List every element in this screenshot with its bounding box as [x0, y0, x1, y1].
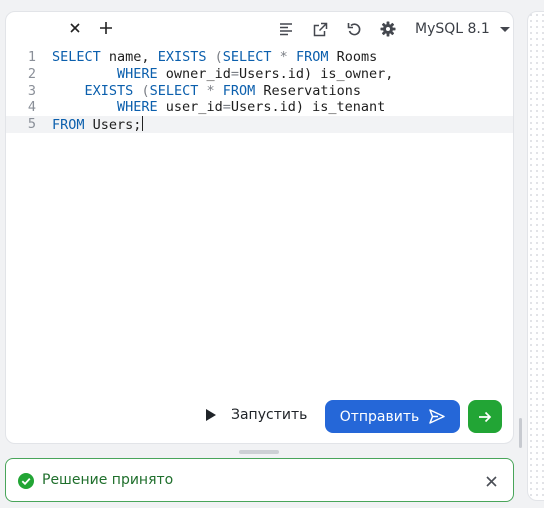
arrow-right-icon — [479, 411, 492, 422]
code-token: Users; — [84, 117, 142, 134]
code-token: Users.id) is_tenant — [230, 99, 386, 116]
undo-icon[interactable] — [345, 20, 363, 38]
play-icon — [206, 409, 216, 421]
code-text: WHERE owner_id=Users.id) is_owner, — [52, 66, 393, 83]
code-token: * — [279, 49, 288, 65]
line-number: 1 — [27, 49, 36, 65]
line-number: 4 — [27, 99, 36, 116]
status-message: Решение принято — [42, 472, 174, 488]
chevron-down-icon — [499, 26, 510, 32]
gear-icon[interactable] — [379, 20, 397, 38]
check-circle-icon — [18, 473, 34, 489]
code-line[interactable]: 5 FROM Users; — [6, 116, 513, 133]
code-token: Reservations — [255, 82, 361, 99]
editor-tabbar: MySQL 8.1 — [6, 12, 513, 48]
code-text: WHERE user_id=Users.id) is_tenant — [52, 99, 385, 116]
text-cursor — [142, 116, 144, 132]
sql-keyword: FROM — [295, 49, 329, 65]
close-toast-icon[interactable] — [484, 474, 498, 488]
external-link-icon[interactable] — [311, 20, 329, 38]
sql-keyword: FROM — [222, 82, 256, 99]
sql-keyword: FROM — [52, 117, 85, 134]
code-token: user_id — [157, 99, 223, 116]
run-button-label: Запустить — [231, 407, 308, 423]
code-line[interactable]: 4 WHERE user_id=Users.id) is_tenant — [6, 99, 513, 116]
code-line[interactable]: 1 SELECT name, EXISTS (SELECT * FROM Room… — [6, 49, 513, 66]
sql-keyword: WHERE — [117, 99, 158, 116]
submit-button-label: Отправить — [339, 408, 420, 425]
side-panel — [527, 11, 544, 501]
status-toast: Решение принято — [5, 458, 514, 502]
sql-dialect-label: MySQL 8.1 — [415, 21, 490, 37]
code-text: SELECT name, EXISTS (SELECT * FROM Rooms — [52, 49, 377, 66]
code-token: Rooms — [328, 49, 378, 65]
run-button[interactable]: Запустить — [206, 407, 307, 423]
send-icon — [429, 409, 446, 424]
sql-keyword: EXISTS — [84, 82, 134, 99]
code-token: = — [230, 65, 239, 82]
sql-keyword: SELECT — [222, 49, 272, 65]
line-number: 3 — [27, 82, 36, 99]
panel-resize-handle[interactable] — [239, 450, 279, 454]
code-token: name, — [100, 49, 158, 65]
code-token: owner_id — [157, 65, 231, 82]
line-number: 2 — [27, 65, 36, 82]
sql-dialect-select[interactable]: MySQL 8.1 — [415, 21, 510, 37]
submit-button[interactable]: Отправить — [325, 400, 460, 433]
sql-keyword: SELECT — [149, 82, 199, 99]
next-task-button[interactable] — [468, 400, 502, 433]
sql-keyword: WHERE — [117, 65, 158, 82]
format-lines-icon[interactable] — [277, 20, 295, 38]
code-area[interactable]: 1 SELECT name, EXISTS (SELECT * FROM Room… — [6, 49, 513, 133]
code-text: EXISTS (SELECT * FROM Reservations — [52, 83, 361, 100]
close-tab-icon[interactable] — [68, 21, 82, 35]
sql-keyword: EXISTS — [157, 49, 207, 65]
sql-editor-panel: MySQL 8.1 1 SELECT name, EXISTS (SELECT *… — [5, 11, 514, 444]
code-text: FROM Users; — [52, 116, 144, 134]
code-line[interactable]: 3 EXISTS (SELECT * FROM Reservations — [6, 83, 513, 100]
line-number: 5 — [27, 116, 36, 133]
code-token: Users.id) is_owner, — [238, 65, 394, 82]
code-token: = — [222, 99, 231, 116]
sql-keyword: SELECT — [52, 49, 101, 65]
code-line[interactable]: 2 WHERE owner_id=Users.id) is_owner, — [6, 66, 513, 83]
code-token: ( — [214, 49, 223, 65]
add-tab-icon[interactable] — [98, 20, 114, 36]
code-token: ( — [141, 82, 150, 99]
editor-scrollbar[interactable] — [519, 418, 522, 448]
code-token: * — [206, 82, 215, 99]
